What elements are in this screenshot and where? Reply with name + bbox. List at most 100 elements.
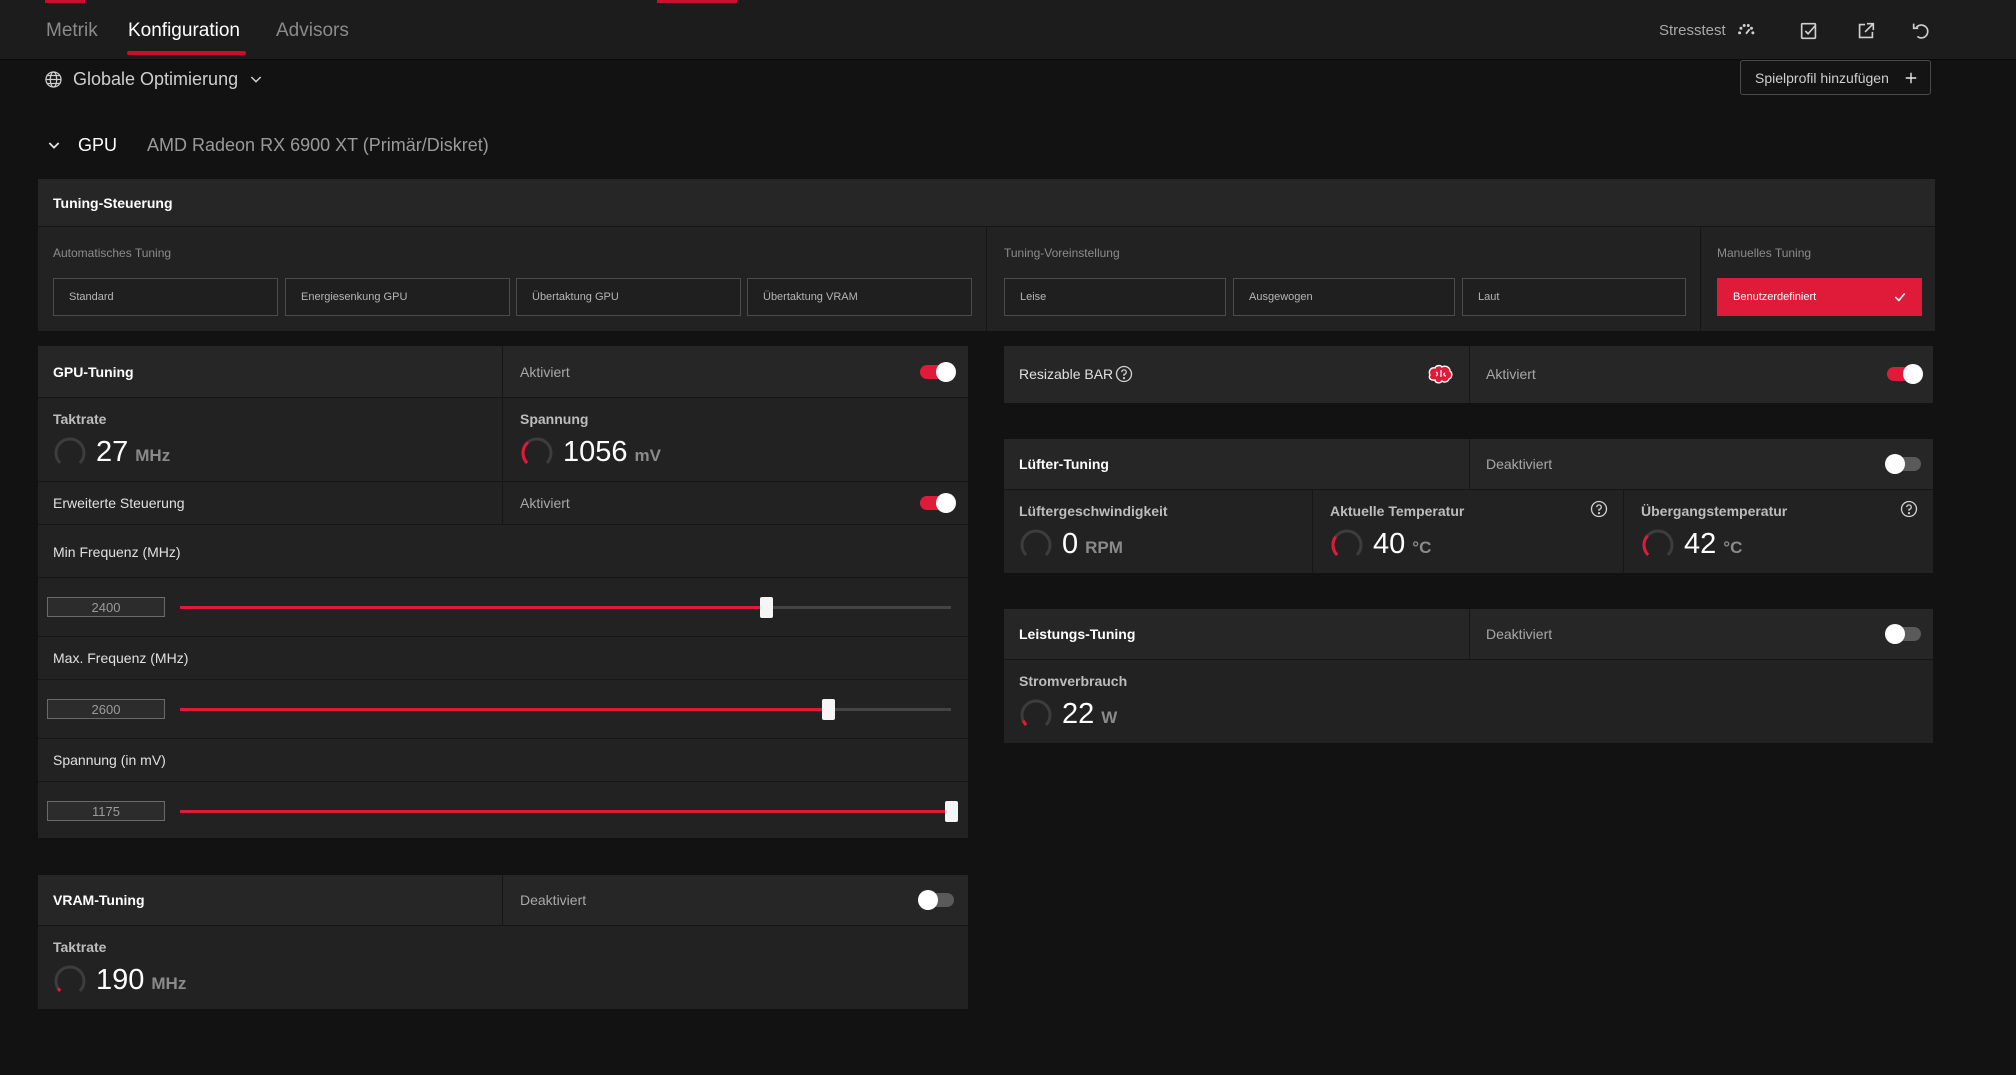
checkmark-icon: [1894, 293, 1906, 302]
min-frequency-label: Min Frequenz (MHz): [53, 544, 181, 560]
resizable-bar-state: Aktiviert: [1486, 366, 1536, 382]
voltage-slider[interactable]: [180, 801, 958, 822]
vram-tuning-toggle[interactable]: [918, 890, 954, 910]
stresstest-label: Stresstest: [1659, 22, 1726, 39]
auto-tuning-label: Automatisches Tuning: [53, 246, 172, 260]
gpu-clock-value: 27: [96, 436, 129, 468]
power-tuning-header: Leistungs-Tuning Deaktiviert: [1004, 609, 1933, 660]
divider: [502, 346, 503, 397]
power-consumption-label: Stromverbrauch: [1019, 673, 1128, 689]
reset-icon[interactable]: [1908, 18, 1934, 44]
fan-speed-gauge: [1020, 529, 1052, 556]
help-icon[interactable]: [1900, 500, 1918, 518]
gpu-clock-label: Taktrate: [53, 411, 107, 427]
manual-custom-label: Benutzerdefiniert: [1733, 291, 1817, 303]
divider: [38, 481, 968, 482]
fan-tuning-toggle[interactable]: [1885, 454, 1921, 474]
max-frequency-label: Max. Frequenz (MHz): [53, 650, 189, 666]
vram-tuning-panel: VRAM-Tuning Deaktiviert Taktrate 190 MHz: [38, 875, 968, 1009]
gpu-clock-unit: MHz: [135, 446, 171, 465]
plus-icon: [1905, 72, 1917, 83]
advanced-control-toggle[interactable]: [920, 493, 956, 513]
manual-tuning-label: Manuelles Tuning: [1717, 246, 1812, 260]
auto-gpu-undervolt-button[interactable]: Energiesenkung GPU: [285, 278, 510, 316]
junction-temperature-unit: °C: [1723, 538, 1743, 557]
profile-selector[interactable]: Globale Optimierung: [44, 64, 264, 94]
divider: [1469, 439, 1470, 489]
top-accent-mark: [657, 0, 737, 3]
fan-speed-unit: RPM: [1085, 538, 1123, 557]
divider: [38, 781, 968, 782]
tab-konfiguration[interactable]: Konfiguration: [128, 20, 240, 42]
min-frequency-thumb[interactable]: [759, 597, 773, 618]
checklist-icon[interactable]: [1796, 18, 1822, 44]
fan-speed-label: Lüftergeschwindigkeit: [1019, 503, 1168, 519]
power-consumption-readout: 22 W: [1019, 698, 1117, 732]
power-consumption-gauge: [1020, 699, 1052, 726]
min-frequency-slider[interactable]: [180, 597, 951, 618]
speedometer-icon[interactable]: [1733, 18, 1759, 44]
auto-gpu-overclock-button[interactable]: Übertaktung GPU: [516, 278, 741, 316]
gpu-tuning-toggle[interactable]: [920, 362, 956, 382]
preset-balanced-button[interactable]: Ausgewogen: [1233, 278, 1455, 316]
brain-icon: [1426, 363, 1454, 387]
vram-tuning-title: VRAM-Tuning: [53, 892, 145, 908]
gpu-tuning-header: GPU-Tuning Aktiviert: [38, 346, 968, 398]
divider: [38, 524, 968, 525]
preset-quiet-button[interactable]: Leise: [1004, 278, 1226, 316]
vram-clock-gauge: [54, 965, 86, 992]
help-icon[interactable]: [1115, 365, 1133, 383]
resizable-bar-toggle[interactable]: [1887, 364, 1923, 384]
auto-standard-button[interactable]: Standard: [53, 278, 278, 316]
min-frequency-input[interactable]: 2400: [47, 597, 165, 617]
junction-temperature-readout: 42 °C: [1641, 528, 1742, 562]
max-frequency-input[interactable]: 2600: [47, 699, 165, 719]
divider: [38, 636, 968, 637]
tuning-control-title: Tuning-Steuerung: [53, 195, 173, 211]
voltage-input[interactable]: 1175: [47, 801, 165, 821]
help-icon[interactable]: [1590, 500, 1608, 518]
min-frequency-fill: [180, 606, 766, 609]
vram-tuning-state: Deaktiviert: [520, 892, 587, 908]
vram-clock-value: 190: [96, 964, 145, 996]
divider: [502, 875, 503, 925]
max-frequency-thumb[interactable]: [821, 699, 835, 720]
divider: [1469, 346, 1470, 403]
junction-temperature-label: Übergangstemperatur: [1641, 503, 1788, 519]
gpu-tuning-panel: GPU-Tuning Aktiviert Taktrate 27 MHz Spa…: [38, 346, 968, 838]
globe-icon: [45, 70, 62, 88]
divider: [1700, 226, 1701, 331]
add-game-profile-button[interactable]: Spielprofil hinzufügen: [1740, 60, 1931, 95]
advanced-control-label: Erweiterte Steuerung: [53, 495, 185, 511]
auto-vram-overclock-button[interactable]: Übertaktung VRAM: [747, 278, 972, 316]
power-tuning-toggle[interactable]: [1885, 624, 1921, 644]
manual-custom-button[interactable]: Benutzerdefiniert: [1717, 278, 1922, 316]
gpu-label: GPU: [78, 134, 118, 155]
junction-temperature-gauge: [1642, 529, 1674, 556]
divider: [1312, 489, 1313, 573]
fan-tuning-state: Deaktiviert: [1486, 456, 1553, 472]
tab-metrik[interactable]: Metrik: [46, 20, 98, 42]
divider: [1623, 489, 1624, 573]
tuning-preset-label: Tuning-Voreinstellung: [1004, 246, 1120, 260]
gpu-selector[interactable]: GPU AMD Radeon RX 6900 XT (Primär/Diskre…: [46, 130, 489, 160]
gpu-voltage-readout: 1056 mV: [520, 436, 661, 470]
vram-clock-unit: MHz: [151, 974, 187, 993]
tab-advisors[interactable]: Advisors: [276, 20, 349, 42]
top-navigation-bar: Metrik Konfiguration Advisors Stresstest: [0, 0, 2016, 60]
chevron-down-icon: [48, 142, 60, 149]
fan-speed-value: 0: [1062, 528, 1079, 560]
fan-speed-readout: 0 RPM: [1019, 528, 1123, 562]
resizable-bar-panel: Resizable BAR Aktiviert: [1004, 346, 1933, 403]
power-consumption-unit: W: [1101, 708, 1118, 727]
divider: [502, 481, 503, 524]
max-frequency-slider[interactable]: [180, 699, 951, 720]
gpu-tuning-state: Aktiviert: [520, 364, 570, 380]
gpu-clock-gauge: [54, 437, 86, 464]
power-consumption-value: 22: [1062, 698, 1095, 730]
voltage-slider-label: Spannung (in mV): [53, 752, 166, 768]
export-icon[interactable]: [1853, 18, 1879, 44]
current-temperature-gauge: [1331, 529, 1363, 556]
voltage-thumb[interactable]: [945, 801, 958, 822]
preset-loud-button[interactable]: Laut: [1462, 278, 1686, 316]
